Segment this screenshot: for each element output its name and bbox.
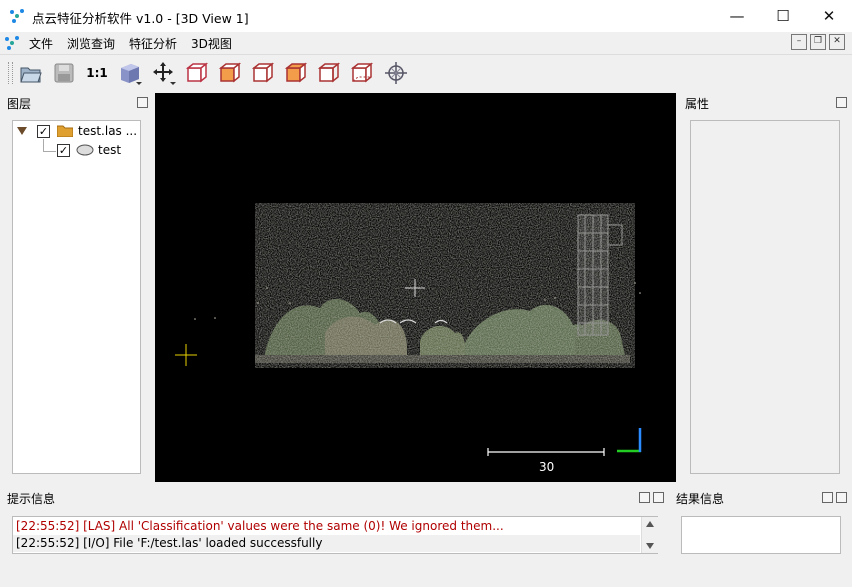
- layers-float-button[interactable]: [137, 97, 148, 108]
- console-line: [22:55:52] [I/O] File 'F:/test.las' load…: [16, 536, 323, 550]
- properties-view[interactable]: [690, 120, 840, 474]
- expand-arrow-icon[interactable]: [17, 127, 27, 135]
- layers-panel-title: 图层: [7, 97, 32, 111]
- cloud-icon: [76, 144, 94, 156]
- scale-bar: [487, 448, 605, 456]
- window-title: 点云特征分析软件 v1.0 - [3D View 1]: [32, 11, 249, 26]
- mdi-restore-button[interactable]: ❐: [810, 34, 826, 50]
- bottom-view-icon[interactable]: [349, 60, 375, 86]
- results-float-button[interactable]: [822, 492, 833, 503]
- save-icon[interactable]: [51, 60, 77, 86]
- results-close-button[interactable]: [836, 492, 847, 503]
- mdi-child-icon[interactable]: [4, 35, 20, 51]
- scale-bar-label: 30: [539, 460, 555, 474]
- right-view-icon[interactable]: [283, 60, 309, 86]
- scroll-up-icon[interactable]: [646, 521, 654, 527]
- properties-panel-title: 属性: [685, 97, 710, 111]
- app-logo-icon: [10, 9, 24, 23]
- back-view-icon[interactable]: [316, 60, 342, 86]
- properties-float-button[interactable]: [836, 97, 847, 108]
- front-view-icon[interactable]: [184, 60, 210, 86]
- scale-1-1-button[interactable]: 1:1: [84, 60, 110, 86]
- left-view-icon[interactable]: [250, 60, 276, 86]
- move-icon[interactable]: [151, 60, 177, 86]
- view-cube-icon[interactable]: [117, 60, 143, 86]
- console-log[interactable]: [22:55:52] [LAS] All 'Classification' va…: [12, 516, 658, 554]
- console-float-button[interactable]: [639, 492, 650, 503]
- layer-checkbox-test-las[interactable]: ✓: [37, 125, 50, 138]
- layer-label-test[interactable]: test: [98, 143, 121, 157]
- point-cloud-render[interactable]: [155, 93, 676, 482]
- results-view[interactable]: [681, 516, 841, 554]
- title-bar: 点云特征分析软件 v1.0 - [3D View 1] — ☐ ✕: [0, 0, 852, 32]
- mdi-close-button[interactable]: ✕: [829, 34, 845, 50]
- axis-gizmo: [617, 428, 642, 453]
- console-panel-title: 提示信息: [7, 492, 56, 506]
- tree-connector: [43, 139, 56, 152]
- point-cloud: [194, 203, 641, 368]
- menu-browse-query[interactable]: 浏览查询: [67, 35, 115, 52]
- console-line: [22:55:52] [LAS] All 'Classification' va…: [16, 519, 504, 533]
- results-panel-title: 结果信息: [676, 492, 725, 506]
- menu-file[interactable]: 文件: [29, 35, 53, 52]
- 3d-viewport[interactable]: 30: [155, 93, 676, 482]
- rotate-center-icon[interactable]: [383, 60, 409, 86]
- cursor-crosshair-icon: [175, 344, 197, 366]
- menu-3d-view[interactable]: 3D视图: [191, 35, 232, 52]
- folder-icon: [57, 125, 73, 137]
- console-close-button[interactable]: [653, 492, 664, 503]
- top-view-icon[interactable]: [217, 60, 243, 86]
- minimize-button[interactable]: —: [714, 0, 760, 32]
- maximize-button[interactable]: ☐: [760, 0, 806, 32]
- menu-feature-analysis[interactable]: 特征分析: [129, 35, 177, 52]
- layer-checkbox-test[interactable]: ✓: [57, 144, 70, 157]
- toolbar-grip[interactable]: [8, 62, 13, 84]
- layer-label-test-las[interactable]: test.las ...: [78, 124, 137, 138]
- scroll-down-icon[interactable]: [646, 543, 654, 549]
- mdi-minimize-button[interactable]: –: [791, 34, 807, 50]
- layers-tree[interactable]: ✓ test.las ... ✓ test: [12, 120, 141, 474]
- menu-bar: 文件 浏览查询 特征分析 3D视图: [0, 32, 852, 53]
- close-button[interactable]: ✕: [806, 0, 852, 32]
- open-folder-icon[interactable]: [18, 60, 44, 86]
- console-scrollbar[interactable]: [641, 517, 658, 553]
